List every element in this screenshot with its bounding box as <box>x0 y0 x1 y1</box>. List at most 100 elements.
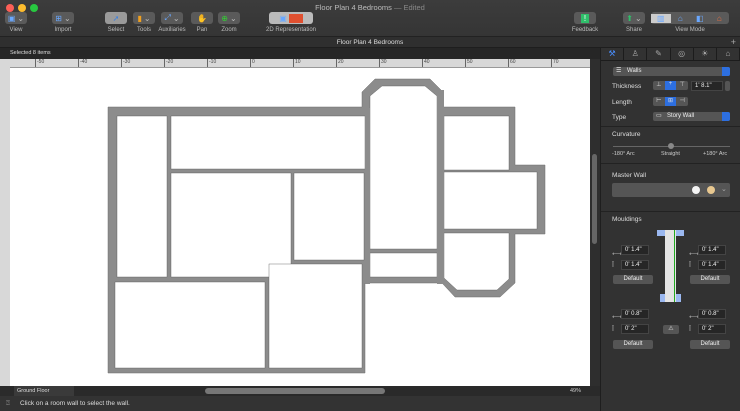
room[interactable] <box>369 252 438 278</box>
bottom-bar: Ground Floor 49% <box>10 386 600 396</box>
bottom-left-default-button[interactable]: Default <box>613 340 653 349</box>
view-mode-label: View Mode <box>675 27 705 33</box>
bottom-right-moulding-height[interactable]: 0' 2" <box>698 324 726 334</box>
room[interactable] <box>443 115 510 171</box>
room[interactable] <box>293 172 365 261</box>
tab-house[interactable]: ⌂ <box>717 48 740 60</box>
help-icon: ⍰ <box>6 400 10 407</box>
import-button[interactable]: ⊞ ⌄ Import <box>50 12 76 33</box>
tools-label: Tools <box>136 27 151 33</box>
bottom-left-moulding-height[interactable]: 0' 2" <box>621 324 649 334</box>
category-value: Walls <box>627 68 642 74</box>
curvature-max-label: +180° Arc <box>703 151 728 157</box>
curvature-mid-label: Straight <box>661 151 680 157</box>
import-label: Import <box>54 27 72 33</box>
tab-camera[interactable]: ◎ <box>671 48 694 60</box>
bottom-right-moulding-width[interactable]: 0' 0.8" <box>698 309 726 319</box>
room[interactable] <box>443 171 538 230</box>
tab-paint[interactable]: ♙ <box>624 48 648 60</box>
select-tool-button[interactable]: ➚ Select <box>104 12 128 33</box>
room[interactable] <box>170 172 292 278</box>
ruler-tick-label: 0 <box>250 59 255 67</box>
view-label: View <box>9 27 23 33</box>
top-right-moulding-width[interactable]: 0' 1.4" <box>698 245 726 255</box>
thickness-alignment-control[interactable]: ⊥ + ⊤ <box>653 81 688 90</box>
height-icon: Ī <box>612 326 614 333</box>
zoom-button[interactable]: ⊕ ⌄ Zoom <box>217 12 241 33</box>
wall-type-icon: ▭ <box>656 113 662 119</box>
feedback-button[interactable]: ! Feedback <box>570 12 600 33</box>
walls-icon: ☰ <box>616 68 622 74</box>
length-alignment-control[interactable]: ⊢ ⊞ ⊣ <box>653 97 688 106</box>
floor-plan-canvas[interactable] <box>10 68 590 386</box>
type-select[interactable]: ▭ Story Wall <box>653 112 730 121</box>
category-select[interactable]: ☰ Walls <box>613 67 730 76</box>
feedback-label: Feedback <box>571 27 599 33</box>
top-left-default-button[interactable]: Default <box>613 275 653 284</box>
height-icon: Ī <box>689 326 691 333</box>
share-button[interactable]: ⬆ ⌄ Share <box>622 12 646 33</box>
title-text: Floor Plan 4 Bedrooms <box>315 3 392 12</box>
master-wall-select[interactable]: ⌄ <box>612 183 730 197</box>
bottom-left-moulding-width[interactable]: 0' 0.8" <box>621 309 649 319</box>
room[interactable] <box>268 263 363 369</box>
room[interactable] <box>114 281 266 369</box>
material-swatch-beige <box>707 186 715 194</box>
room[interactable] <box>443 232 510 291</box>
pan-button[interactable]: ✋ Pan <box>190 12 214 33</box>
interior-wall[interactable] <box>365 108 370 284</box>
top-right-default-button[interactable]: Default <box>690 275 730 284</box>
ruler-tick-label: -20 <box>164 59 174 67</box>
room[interactable] <box>116 115 168 278</box>
zoom-label: Zoom <box>221 27 237 33</box>
horizontal-scrollbar[interactable] <box>205 388 385 394</box>
ruler-tick-label: 60 <box>508 59 516 67</box>
room[interactable] <box>170 115 366 170</box>
tools-button[interactable]: ▮ ⌄ Tools <box>132 12 156 33</box>
2d-representation-control[interactable]: ▣ ▬ 2D Representation <box>262 12 320 33</box>
type-value: Story Wall <box>667 113 695 119</box>
view-button[interactable]: ▣ ⌄ View <box>4 12 28 33</box>
ruler-tick-label: 30 <box>379 59 387 67</box>
top-left-moulding-width[interactable]: 0' 1.4" <box>621 245 649 255</box>
horizontal-ruler: -50-40-30-20-10010203040506070ft <box>1 59 590 68</box>
top-left-moulding-height[interactable]: 0' 1.4" <box>621 260 649 270</box>
zoom-level[interactable]: 49% <box>570 386 581 396</box>
moulding-preview <box>657 230 685 302</box>
add-tab-button[interactable]: + <box>731 37 736 48</box>
document-tab-label: Floor Plan 4 Bedrooms <box>336 39 404 46</box>
floor-selector[interactable]: Ground Floor <box>14 386 74 396</box>
tab-light[interactable]: ☀ <box>694 48 717 60</box>
title-bar: Floor Plan 4 Bedrooms — Edited ▣ ⌄ View ⊞ ⌄… <box>0 0 740 36</box>
vertical-ruler <box>0 59 10 386</box>
auxiliaries-label: Auxiliaries <box>158 27 186 33</box>
status-bar: ⍰ Click on a room wall to select the wall… <box>0 396 600 411</box>
auxiliaries-button[interactable]: ⤢ ⌄ Auxiliaries <box>158 12 186 33</box>
document-tab[interactable]: Floor Plan 4 Bedrooms + <box>0 36 740 48</box>
type-label: Type <box>612 114 627 121</box>
mouldings-label: Mouldings <box>612 216 642 223</box>
tab-walls[interactable]: ⚒ <box>601 48 625 60</box>
top-right-moulding-height[interactable]: 0' 1.4" <box>698 260 726 270</box>
thickness-stepper[interactable] <box>725 81 730 91</box>
select-label: Select <box>107 27 125 33</box>
vertical-scrollbar[interactable] <box>590 59 600 386</box>
warning-button[interactable]: ⚠ <box>663 325 679 334</box>
share-label: Share <box>625 27 642 33</box>
inspector-panel: ⚒ ♙ ✎ ◎ ☀ ⌂ ☰ Walls Thickness ⊥ + ⊤ 1' 8.1"… <box>600 48 740 411</box>
chevron-down-icon: ⌄ <box>721 186 727 193</box>
ruler-tick-label: -50 <box>35 59 45 67</box>
curvature-label: Curvature <box>612 131 641 138</box>
view-mode-control[interactable]: ▥ ⌂ ◧ ⌂ View Mode <box>650 12 730 33</box>
window-title: Floor Plan 4 Bedrooms — Edited <box>0 3 740 12</box>
vertical-scroll-thumb[interactable] <box>592 154 597 244</box>
ruler-tick-label: -40 <box>78 59 88 67</box>
interior-wall[interactable] <box>437 90 444 284</box>
bottom-right-default-button[interactable]: Default <box>690 340 730 349</box>
floor-plan[interactable] <box>10 68 590 386</box>
curvature-slider-knob[interactable] <box>668 143 674 149</box>
room[interactable] <box>369 85 438 250</box>
thickness-label: Thickness <box>612 83 642 90</box>
tab-edit[interactable]: ✎ <box>647 48 671 60</box>
thickness-field[interactable]: 1' 8.1" <box>691 81 723 91</box>
